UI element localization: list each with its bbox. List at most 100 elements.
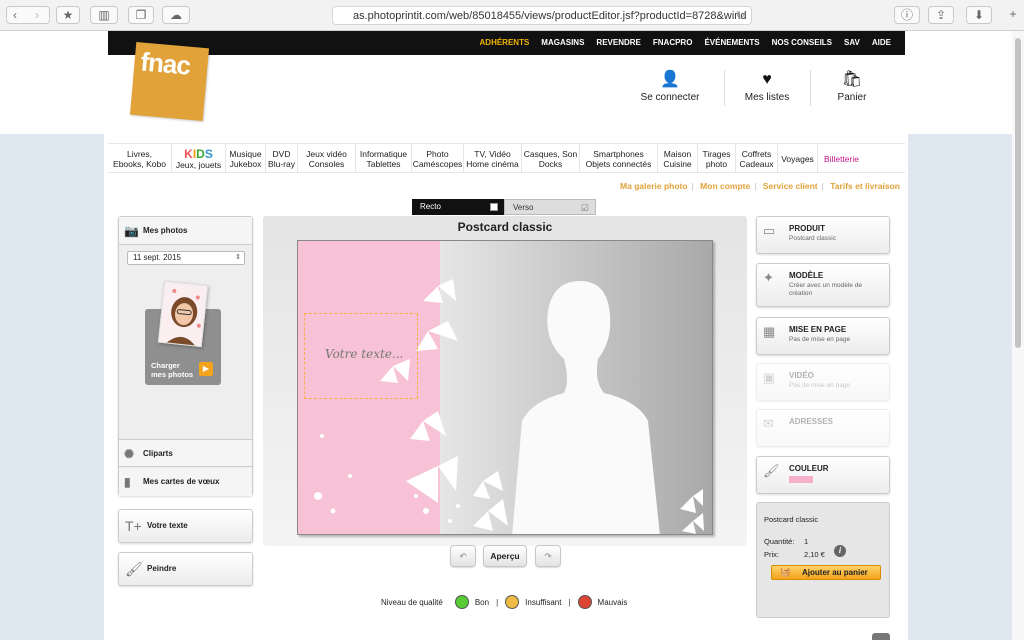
add-text-button[interactable]: T+ Votre texte [118,509,253,543]
text-placeholder-box[interactable]: Votre texte... [304,313,418,399]
category-item[interactable]: Informatique Tablettes [356,144,412,173]
add-to-cart-button[interactable]: 🧺 Ajouter au panier [771,565,881,580]
category-line2: Cadeaux [739,158,774,169]
template-option[interactable]: ✦ MODÈLE Créer avec un modèle de créatio… [756,263,890,307]
cliparts-button[interactable]: ✺ Cliparts [119,439,252,467]
tab-recto[interactable]: Recto [412,199,504,215]
portrait-image [158,281,209,348]
summary-product: Postcard classic [764,515,819,524]
category-item[interactable]: KIDS Jeux, jouets [172,144,226,173]
layout-option[interactable]: ▦ MISE EN PAGE Pas de mise en page [756,317,890,355]
cards-button[interactable]: ▮ Mes cartes de vœux [119,468,252,496]
date-select[interactable]: 11 sept. 2015 ⇕ [127,251,245,265]
redo-button[interactable]: ↷ [535,545,561,567]
basket-icon: 🧺 [780,567,792,577]
category-item[interactable]: TV, Vidéo Home cinéma [464,144,522,173]
cloud-icon[interactable]: ☁ [162,6,190,24]
photos-panel: 📷 Mes photos 11 sept. 2015 ⇕ Charger mes … [118,216,253,496]
topnav-item[interactable]: NOS CONSEILS [766,31,838,55]
text-placeholder: Votre texte... [325,347,404,361]
category-item[interactable]: Tirages photo [698,144,736,173]
cart-link[interactable]: 🛍 Panier [830,70,874,103]
category-item[interactable]: Casques, Son Docks [522,144,580,173]
reload-icon[interactable]: ↻ [736,7,745,24]
brush-icon: 🖌 [763,463,780,478]
category-item[interactable]: Coffrets Cadeaux [736,144,778,173]
quality-legend: Niveau de qualité Bon | Insuffisant | Ma… [381,595,627,609]
topnav-item[interactable]: ÉVÉNEMENTS [698,31,765,55]
cliparts-label: Cliparts [143,449,173,458]
heart-icon: ♥ [762,71,772,88]
category-item[interactable]: Billetterie [818,144,865,173]
category-item[interactable]: Smartphones Objets connectés [580,144,658,173]
download-icon[interactable]: ⬇ [966,6,992,24]
topnav-item[interactable]: SAV [838,31,866,55]
category-item[interactable]: Voyages [778,144,818,173]
topnav-item[interactable]: MAGASINS [535,31,590,55]
sparkle-icon: ✺ [124,447,135,461]
add-to-cart-label: Ajouter au panier [802,568,868,577]
category-line2: Ebooks, Kobo [113,158,166,169]
forward-icon[interactable]: › [35,7,39,23]
kids-logo: KIDS [184,146,213,161]
service-link[interactable]: Service client [763,181,818,191]
logo-text: fnac [139,46,192,81]
qty-label: Quantité: [764,537,795,546]
category-item[interactable]: DVD Blu-ray [266,144,298,173]
product-title: Postcard classic [457,220,553,234]
account-link[interactable]: Mon compte [700,181,750,191]
product-desc: Postcard classic [789,235,836,242]
color-option[interactable]: 🖌 COULEUR [756,456,890,494]
photos-header[interactable]: 📷 Mes photos [119,217,252,245]
topnav-item[interactable]: ADHÉRENTS [474,31,536,55]
sidebar-icon[interactable]: ▥ [90,6,118,24]
new-tab-icon[interactable]: + [1004,6,1022,24]
quality-label: Niveau de qualité [381,597,443,607]
info-icon[interactable]: ⓘ [894,6,920,24]
category-item[interactable]: Musique Jukebox [226,144,266,173]
preview-button[interactable]: Aperçu [483,545,527,567]
topnav-item[interactable]: AIDE [866,31,897,55]
bookmarks-icon[interactable]: ★ [56,6,80,24]
category-item[interactable]: Jeux vidéo Consoles [298,144,356,173]
divider [724,70,725,106]
category-line2: Consoles [308,158,345,169]
preview-label: Aperçu [490,551,520,561]
photo-thumbnail[interactable] [157,280,209,348]
paint-button[interactable]: 🖌 Peindre [118,552,253,586]
undo-button[interactable]: ↶ [450,545,476,567]
info-icon[interactable]: i [834,545,846,557]
photos-title: Mes photos [143,226,188,235]
url-text: as.photoprintit.com/web/85018455/views/p… [353,10,747,22]
login-link[interactable]: 👤 Se connecter [636,70,704,103]
qty-value: 1 [804,537,809,546]
fnac-logo[interactable]: fnac [129,41,210,122]
quality-good: Bon [474,597,490,607]
quality-fair: Insuffisant [525,597,562,607]
topnav-item[interactable]: FNACPRO [647,31,699,55]
scrollbar-thumb[interactable] [1015,38,1021,348]
lists-link[interactable]: ♥ Mes listes [740,70,794,103]
login-label: Se connecter [640,92,700,103]
browser-toolbar: ‹ › ★ ▥ ❐ ☁ as.photoprintit.com/web/8501… [0,0,1024,31]
share-icon[interactable]: ⇪ [928,6,954,24]
product-option[interactable]: ▭ PRODUIT Postcard classic [756,216,890,254]
category-line1: DVD [272,148,291,159]
category-item[interactable]: Livres, Ebooks, Kobo [108,144,172,173]
category-item[interactable]: Maison Cuisine [658,144,698,173]
chat-tab[interactable] [872,633,890,640]
shipping-link[interactable]: Tarifs et livraison [830,181,900,191]
category-line1: Photo [426,148,449,159]
address-bar[interactable]: as.photoprintit.com/web/85018455/views/p… [332,6,752,25]
tab-verso[interactable]: Verso ☑ [504,199,596,215]
back-icon[interactable]: ‹ [13,7,17,23]
tabs-icon[interactable]: ❐ [128,6,154,24]
color-title: COULEUR [789,464,829,473]
postcard-canvas[interactable]: Votre texte... [297,240,713,535]
back-forward-group[interactable]: ‹ › [6,6,50,24]
gallery-link[interactable]: Ma galerie photo [620,181,688,191]
category-item[interactable]: Photo Caméscopes [412,144,464,173]
layout-icon: ▦ [763,324,776,339]
topnav-item[interactable]: REVENDRE [590,31,646,55]
product-title-label: PRODUIT [789,224,825,233]
